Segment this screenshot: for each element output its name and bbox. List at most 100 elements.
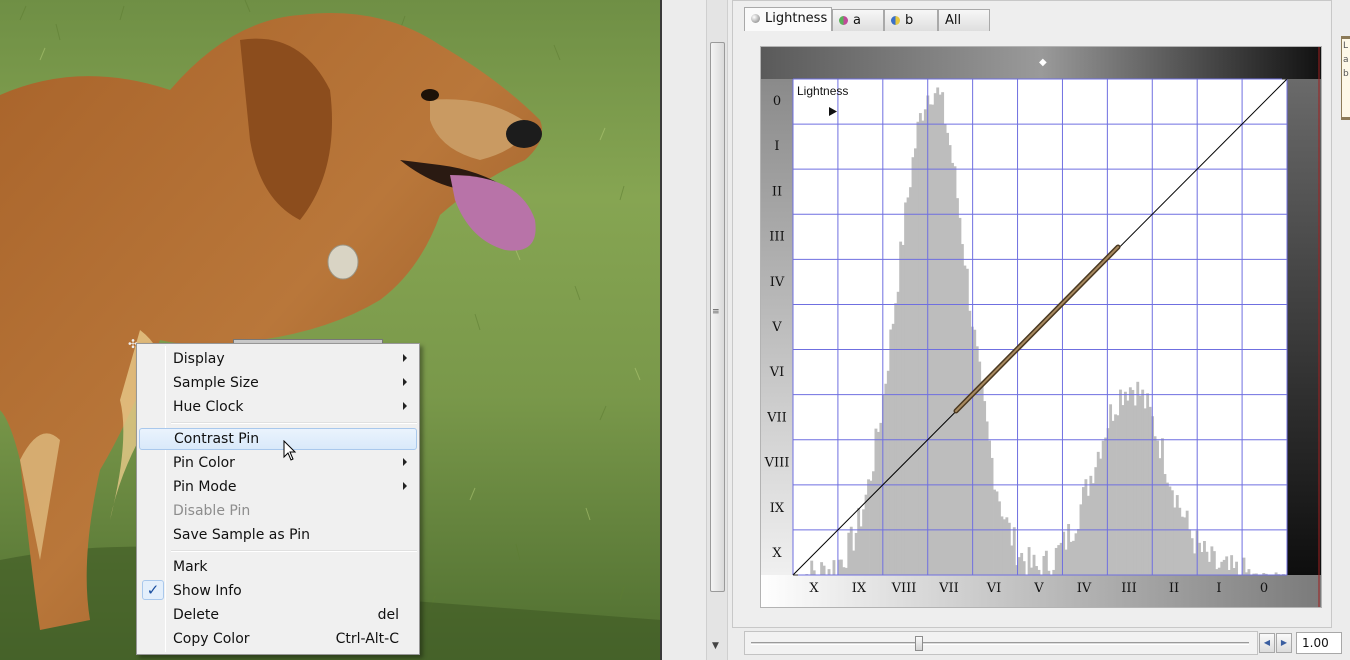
histogram-bar: [1217, 567, 1221, 575]
histogram-bar: [941, 92, 945, 576]
b-channel-icon: [891, 16, 900, 25]
histogram-bar: [1158, 458, 1162, 575]
menu-item-label: Sample Size: [173, 375, 259, 391]
curve-chart[interactable]: ◆ 0IIIIIIIVVVIVIIVIIIIXX X IX VIII VII VI V IV…: [761, 47, 1321, 607]
histogram-bar: [1067, 524, 1071, 575]
slider-track: [751, 642, 1249, 645]
scrollbar-thumb[interactable]: [710, 42, 725, 592]
strength-value-field[interactable]: 1.00: [1296, 632, 1342, 654]
histogram-bar: [1215, 569, 1219, 575]
histogram-bar: [975, 346, 979, 575]
tab-a[interactable]: a: [832, 9, 884, 31]
menu-item-pin-color[interactable]: Pin Color: [139, 452, 417, 474]
histogram-bar: [904, 202, 908, 575]
eye-icon[interactable]: ◆: [1039, 57, 1047, 68]
submenu-arrow-icon: [403, 402, 407, 410]
histogram-bar: [1054, 547, 1058, 575]
tab-lightness[interactable]: Lightness: [744, 7, 832, 31]
histogram-bar: [1094, 467, 1098, 575]
x-tick-label: II: [1169, 581, 1179, 596]
y-tick-label: VIII: [764, 456, 790, 471]
histogram-bar: [1111, 420, 1115, 575]
decrement-button[interactable]: ◀: [1259, 633, 1275, 653]
menu-item-show-info[interactable]: ✓ Show Info: [139, 580, 417, 602]
histogram-bar: [1079, 504, 1083, 575]
histogram-bar: [857, 507, 861, 575]
histogram-bar: [1104, 437, 1108, 575]
scrollbar-grip-icon: ≡: [712, 307, 720, 317]
menu-item-delete[interactable]: Delete del: [139, 604, 417, 626]
histogram-bar: [965, 268, 969, 575]
histogram-bar: [1220, 561, 1224, 575]
x-tick-label: IV: [1077, 581, 1092, 596]
histogram-bar: [1183, 517, 1187, 575]
histogram-bar: [1131, 389, 1135, 575]
histogram-bar: [886, 370, 890, 575]
menu-separator: [171, 422, 417, 424]
chevron-right-icon: ▶: [1280, 638, 1288, 647]
histogram-bar: [1012, 527, 1016, 575]
histogram-bar: [822, 565, 826, 575]
x-tick-label: V: [1033, 581, 1044, 596]
menu-item-mark[interactable]: Mark: [139, 556, 417, 578]
histogram-bar: [1072, 540, 1075, 575]
histogram-bar: [993, 489, 996, 575]
histogram-bar: [1146, 393, 1150, 575]
menu-item-label: Pin Color: [173, 455, 235, 471]
histogram-bar: [1123, 391, 1127, 575]
histogram-bar: [884, 383, 888, 575]
histogram-bar: [832, 560, 836, 575]
increment-button[interactable]: ▶: [1276, 633, 1292, 653]
menu-item-save-sample-as-pin[interactable]: Save Sample as Pin: [139, 524, 417, 546]
histogram-bar: [1044, 550, 1048, 575]
x-tick-label: III: [1121, 581, 1136, 596]
menu-item-hue-clock[interactable]: Hue Clock: [139, 396, 417, 418]
slider-knob[interactable]: [915, 636, 923, 651]
histogram-bar: [1052, 569, 1056, 575]
menu-item-display[interactable]: Display: [139, 348, 417, 370]
side-strip-text: L a b: [1342, 39, 1350, 117]
strength-slider[interactable]: [744, 631, 1258, 655]
menu-item-label: Hue Clock: [173, 399, 244, 415]
vertical-scrollbar[interactable]: ≡ ▼: [706, 0, 728, 660]
panel-splitter[interactable]: [662, 0, 706, 660]
histogram-bar: [1198, 542, 1201, 575]
channel-label: Lightness: [797, 84, 848, 98]
tab-b[interactable]: b: [884, 9, 938, 31]
histogram-bar: [862, 509, 866, 575]
lightness-icon: [751, 14, 760, 23]
histogram-bar: [1089, 475, 1093, 575]
histogram-bar: [928, 104, 932, 575]
histogram-bar: [968, 310, 972, 575]
histogram-bar: [914, 148, 917, 575]
tab-all[interactable]: All: [938, 9, 990, 31]
histogram-bar: [859, 526, 863, 575]
histogram-bar: [956, 198, 959, 575]
x-tick-label: X: [809, 581, 819, 596]
menu-item-pin-mode[interactable]: Pin Mode: [139, 476, 417, 498]
histogram-bar: [936, 87, 940, 575]
histogram-bar: [1128, 387, 1132, 575]
histogram-bar: [1173, 507, 1177, 575]
histogram-bar: [990, 457, 994, 575]
histogram-bar: [1032, 554, 1036, 575]
histogram-bar: [938, 94, 942, 575]
menu-item-contrast-pin[interactable]: Contrast Pin: [139, 428, 417, 450]
histogram-bar: [1185, 510, 1189, 575]
histogram-bar: [1133, 405, 1137, 575]
scroll-down-icon[interactable]: ▼: [712, 641, 719, 651]
menu-item-sample-size[interactable]: Sample Size: [139, 372, 417, 394]
histogram-bar: [921, 120, 925, 576]
menu-item-copy-color[interactable]: Copy Color Ctrl-Alt-C: [139, 628, 417, 650]
menu-item-label: Mark: [173, 559, 208, 575]
submenu-arrow-icon: [403, 354, 407, 362]
histogram-bar: [931, 104, 935, 576]
histogram-bar: [876, 431, 880, 575]
histogram-bar: [963, 265, 967, 575]
menu-item-label: Show Info: [173, 583, 242, 599]
y-tick-label: II: [772, 184, 782, 199]
histogram-bar: [995, 491, 999, 575]
histogram-bar: [1091, 483, 1095, 575]
curve-editor[interactable]: ◆ 0 I II III IV V VI VII VIII IX X X IX VIII VII VI V IV…: [760, 46, 1322, 608]
menu-item-label: Disable Pin: [173, 503, 251, 519]
